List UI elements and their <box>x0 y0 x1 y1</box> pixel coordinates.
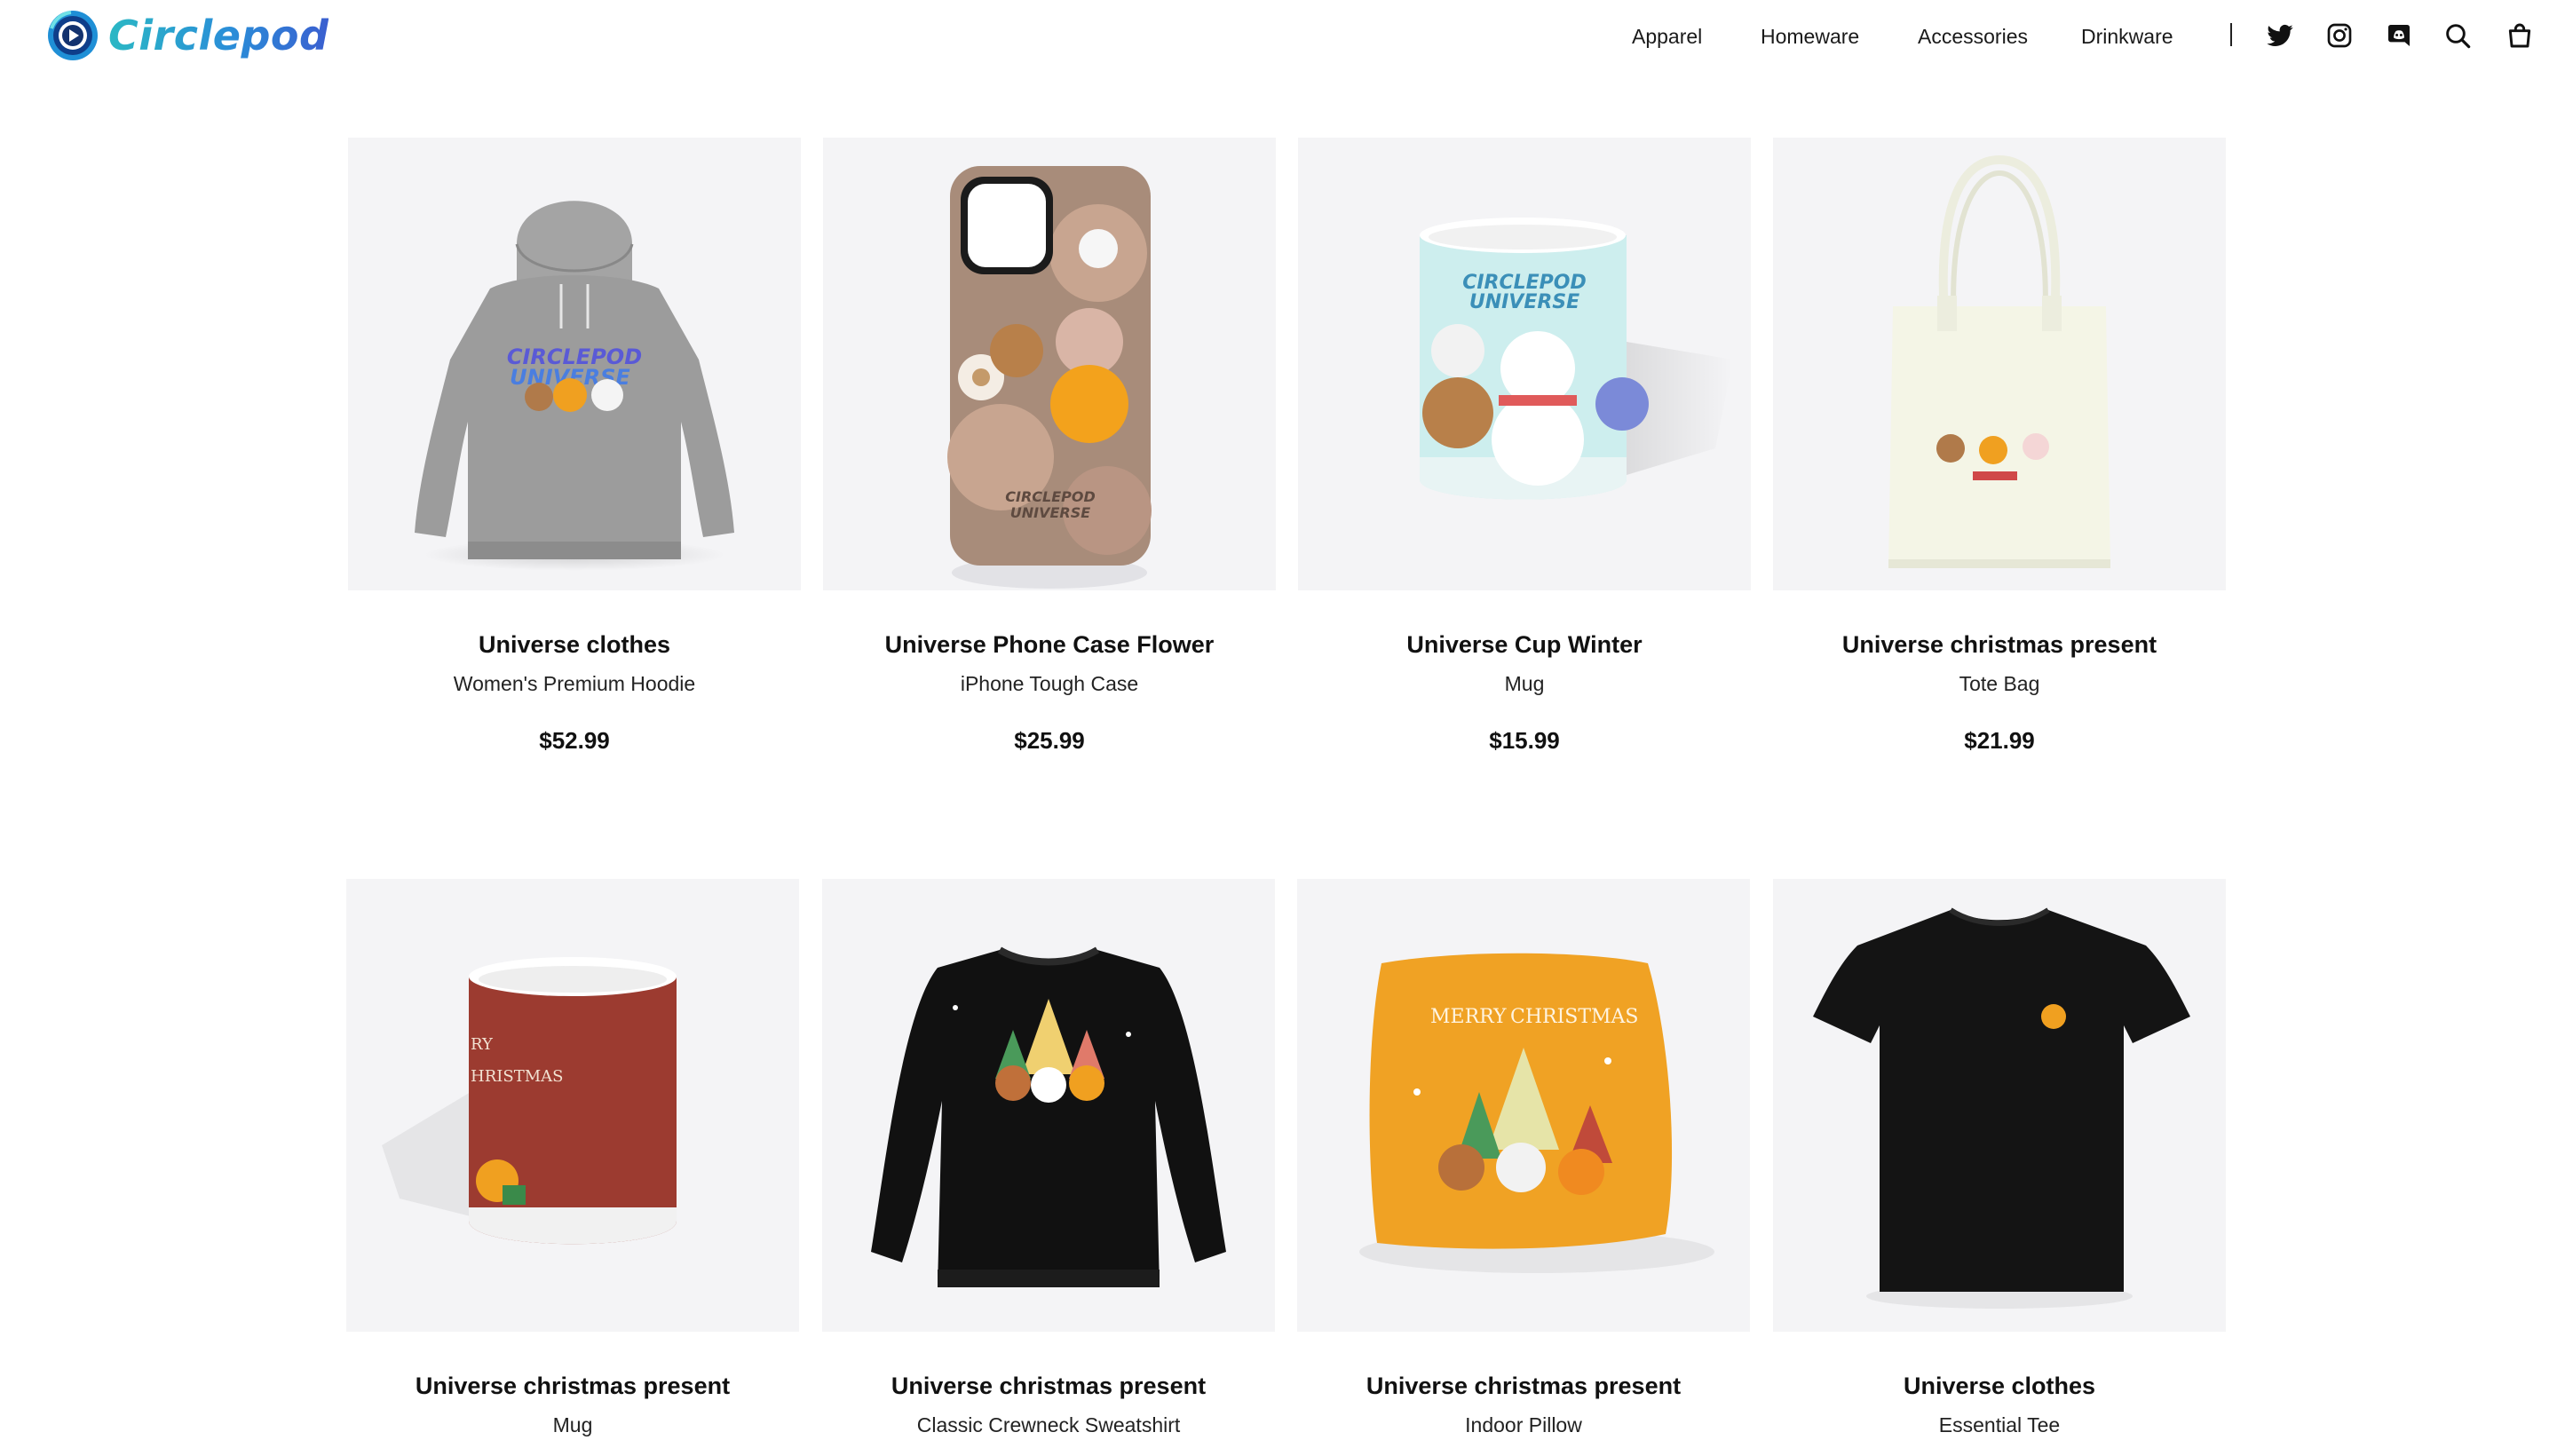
main-nav: Apparel Homeware Accessories Drinkware <box>0 20 2557 55</box>
instagram-icon[interactable] <box>2325 21 2354 50</box>
discord-icon[interactable] <box>2385 21 2413 50</box>
product-image-winter-mug[interactable]: CIRCLEPOD UNIVERSE <box>1298 138 1751 590</box>
product-type: Mug <box>552 1413 593 1436</box>
product-card[interactable]: Universe christmas present Classic Crewn… <box>822 879 1275 1436</box>
product-card[interactable]: CIRCLEPOD UNIVERSE Universe Phone Case F… <box>823 138 1276 754</box>
nav-link-apparel[interactable]: Apparel <box>1632 25 1702 49</box>
pillow-christmas-text: CHRISTMAS <box>1510 1006 1639 1028</box>
product-card[interactable]: Universe christmas present Tote Bag $21.… <box>1773 138 2226 754</box>
product-image-christmas-mug[interactable]: RY HRISTMAS <box>346 879 799 1332</box>
product-title[interactable]: Universe christmas present <box>1773 631 2226 659</box>
product-image-hoodie[interactable]: CIRCLEPOD UNIVERSE <box>348 138 801 590</box>
product-card[interactable]: CIRCLEPOD UNIVERSE Universe Cup Winter M… <box>1298 138 1751 754</box>
product-card[interactable]: RY HRISTMAS Universe christmas present M… <box>346 879 799 1436</box>
twitter-icon[interactable] <box>2266 21 2294 50</box>
product-card[interactable]: CIRCLEPOD UNIVERSE Universe clothes Wome… <box>348 138 801 754</box>
mug-christmas-text: HRISTMAS <box>471 1067 563 1086</box>
nav-separator <box>2230 23 2232 46</box>
nav-link-homeware[interactable]: Homeware <box>1761 25 1859 49</box>
product-title[interactable]: Universe christmas present <box>346 1373 799 1400</box>
mug-print-line2: UNIVERSE <box>1469 291 1579 313</box>
product-price: $52.99 <box>539 727 610 754</box>
product-price: $15.99 <box>1489 727 1560 754</box>
product-type: Mug <box>1504 672 1545 695</box>
product-title[interactable]: Universe clothes <box>1773 1373 2226 1400</box>
phone-case-print-line1: CIRCLEPOD <box>1005 488 1096 505</box>
product-image-tee[interactable] <box>1773 879 2226 1332</box>
product-title[interactable]: Universe Phone Case Flower <box>823 631 1276 659</box>
product-title[interactable]: Universe clothes <box>348 631 801 659</box>
product-card[interactable]: Universe clothes Essential Tee <box>1773 879 2226 1436</box>
nav-link-drinkware[interactable]: Drinkware <box>2081 25 2173 49</box>
product-price: $21.99 <box>1964 727 2035 754</box>
product-price: $25.99 <box>1014 727 1085 754</box>
mug-merry-text: RY <box>471 1035 494 1054</box>
phone-case-print-line2: UNIVERSE <box>1010 504 1090 521</box>
product-image-tote-bag[interactable] <box>1773 138 2226 590</box>
product-title[interactable]: Universe christmas present <box>1297 1373 1750 1400</box>
product-type: Indoor Pillow <box>1465 1413 1582 1436</box>
pillow-merry-text: MERRY <box>1430 1006 1507 1028</box>
product-image-phone-case[interactable]: CIRCLEPOD UNIVERSE <box>823 138 1276 590</box>
nav-link-accessories[interactable]: Accessories <box>1918 25 2028 49</box>
product-type: Women's Premium Hoodie <box>453 672 696 695</box>
product-type: iPhone Tough Case <box>960 672 1139 695</box>
product-image-pillow[interactable]: MERRY CHRISTMAS <box>1297 879 1750 1332</box>
product-title[interactable]: Universe Cup Winter <box>1298 631 1751 659</box>
product-title[interactable]: Universe christmas present <box>822 1373 1275 1400</box>
product-type: Classic Crewneck Sweatshirt <box>916 1413 1181 1436</box>
product-card[interactable]: MERRY CHRISTMAS Universe christmas prese… <box>1297 879 1750 1436</box>
site-header: Circlepod Apparel Homeware Accessories D… <box>0 0 2557 75</box>
search-icon[interactable] <box>2443 21 2472 50</box>
shopping-bag-icon[interactable] <box>2506 21 2534 50</box>
product-image-sweatshirt[interactable] <box>822 879 1275 1332</box>
product-type: Tote Bag <box>1959 672 2040 695</box>
product-type: Essential Tee <box>1938 1413 2061 1436</box>
